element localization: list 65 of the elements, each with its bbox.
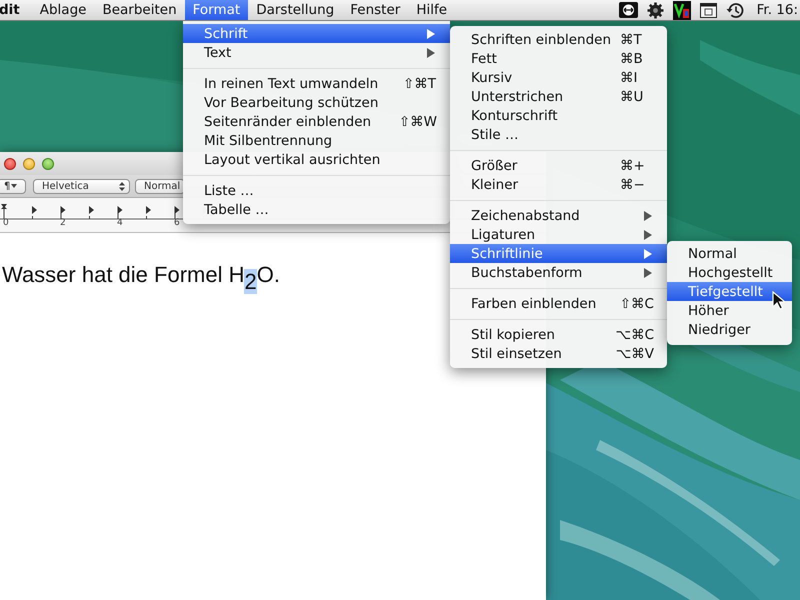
menu-title[interactable]: Format (184, 0, 248, 20)
caret-icon (11, 184, 18, 188)
ruler-number: 4 (117, 218, 124, 228)
menu-title[interactable]: Darstellung (248, 0, 342, 20)
menu-item[interactable]: Stil einsetzen ⌥⌘V (450, 344, 667, 363)
shortcut-label: ⇧⌘C (620, 296, 654, 312)
close-button[interactable] (4, 158, 16, 170)
menu-item[interactable]: Liste … (183, 181, 450, 200)
shortcut-label: ⌥⌘C (616, 326, 654, 342)
shortcut-label: ⌘B (620, 50, 644, 66)
paragraph-popup[interactable]: ¶ (0, 178, 26, 194)
shortcut-label: ⇧⌘W (398, 114, 437, 130)
remote-icon[interactable] (618, 2, 638, 18)
ruler-number: 0 (3, 218, 10, 228)
menu-item[interactable]: Größer ⌘+ (450, 156, 667, 175)
zoom-button[interactable] (42, 158, 54, 170)
menu-title[interactable]: Ablage (32, 0, 94, 20)
shortcut-label: ⌘U (620, 88, 644, 104)
shortcut-label: ⇧⌘T (403, 76, 437, 92)
menu-item[interactable]: Text (183, 43, 450, 62)
menu-item[interactable]: Stil kopieren ⌥⌘C (450, 325, 667, 344)
menu-item[interactable]: Seitenränder einblenden ⇧⌘W (183, 112, 450, 131)
menu-item[interactable]: Zeichenabstand (450, 206, 667, 225)
menu-item[interactable]: Stile … (450, 125, 667, 144)
menu-item[interactable]: Hochgestellt (667, 263, 792, 282)
menu-item[interactable]: Tabelle … (183, 200, 450, 219)
menu-item[interactable]: Niedriger (667, 320, 792, 339)
clock-icon[interactable] (726, 2, 744, 18)
menu-item[interactable]: Unterstrichen ⌘U (450, 87, 667, 106)
ruler-number: 6 (174, 218, 181, 228)
menu-title[interactable]: Hilfe (408, 0, 456, 20)
window-icon[interactable] (700, 2, 717, 18)
menu-item[interactable]: Buchstabenform (450, 263, 667, 282)
menu-item[interactable]: Schrift (183, 24, 450, 43)
menu-item[interactable]: Farben einblenden ⇧⌘C (450, 294, 667, 313)
menu-item[interactable]: Normal (667, 244, 792, 263)
shortcut-label: ⌘+ (620, 158, 646, 174)
menu-item[interactable]: Ligaturen (450, 225, 667, 244)
menu-item[interactable]: Schriften einblenden ⌘T (450, 30, 667, 49)
menu-item[interactable]: Höher (667, 301, 792, 320)
menu-item[interactable]: Mit Silbentrennung (183, 131, 450, 150)
shortcut-label: ⌘− (620, 176, 646, 192)
app-icon[interactable] (672, 0, 691, 20)
menu-item[interactable]: Kursiv ⌘I (450, 68, 667, 87)
menu-item[interactable]: Konturschrift (450, 106, 667, 125)
menu-item[interactable]: Layout vertikal ausrichten (183, 150, 450, 169)
menu-item[interactable]: Fett ⌘B (450, 49, 667, 68)
menu-item[interactable]: Vor Bearbeitung schützen (183, 93, 450, 112)
menu-title[interactable]: Fenster (342, 0, 408, 20)
menu-item[interactable]: Schriftlinie (450, 244, 667, 263)
shortcut-label: ⌘T (620, 32, 643, 48)
menu-title[interactable]: Bearbeiten (94, 0, 185, 20)
font-popup[interactable]: Helvetica (33, 178, 130, 194)
gear-icon[interactable] (646, 2, 664, 18)
menu-item[interactable]: Tiefgestellt (667, 282, 792, 301)
menu-item[interactable]: In reinen Text umwandeln ⇧⌘T (183, 74, 450, 93)
shortcut-label: ⌘I (620, 70, 638, 86)
menu-item[interactable]: Kleiner ⌘− (450, 175, 667, 194)
clock-text[interactable]: Fr. 16: (752, 2, 798, 18)
pointer-icon (772, 291, 785, 310)
stepper-icon (119, 182, 125, 190)
minimize-button[interactable] (23, 158, 35, 170)
ruler-number: 2 (60, 218, 67, 228)
shortcut-label: ⌥⌘V (616, 346, 654, 362)
style-popup[interactable]: Normal (135, 178, 185, 194)
